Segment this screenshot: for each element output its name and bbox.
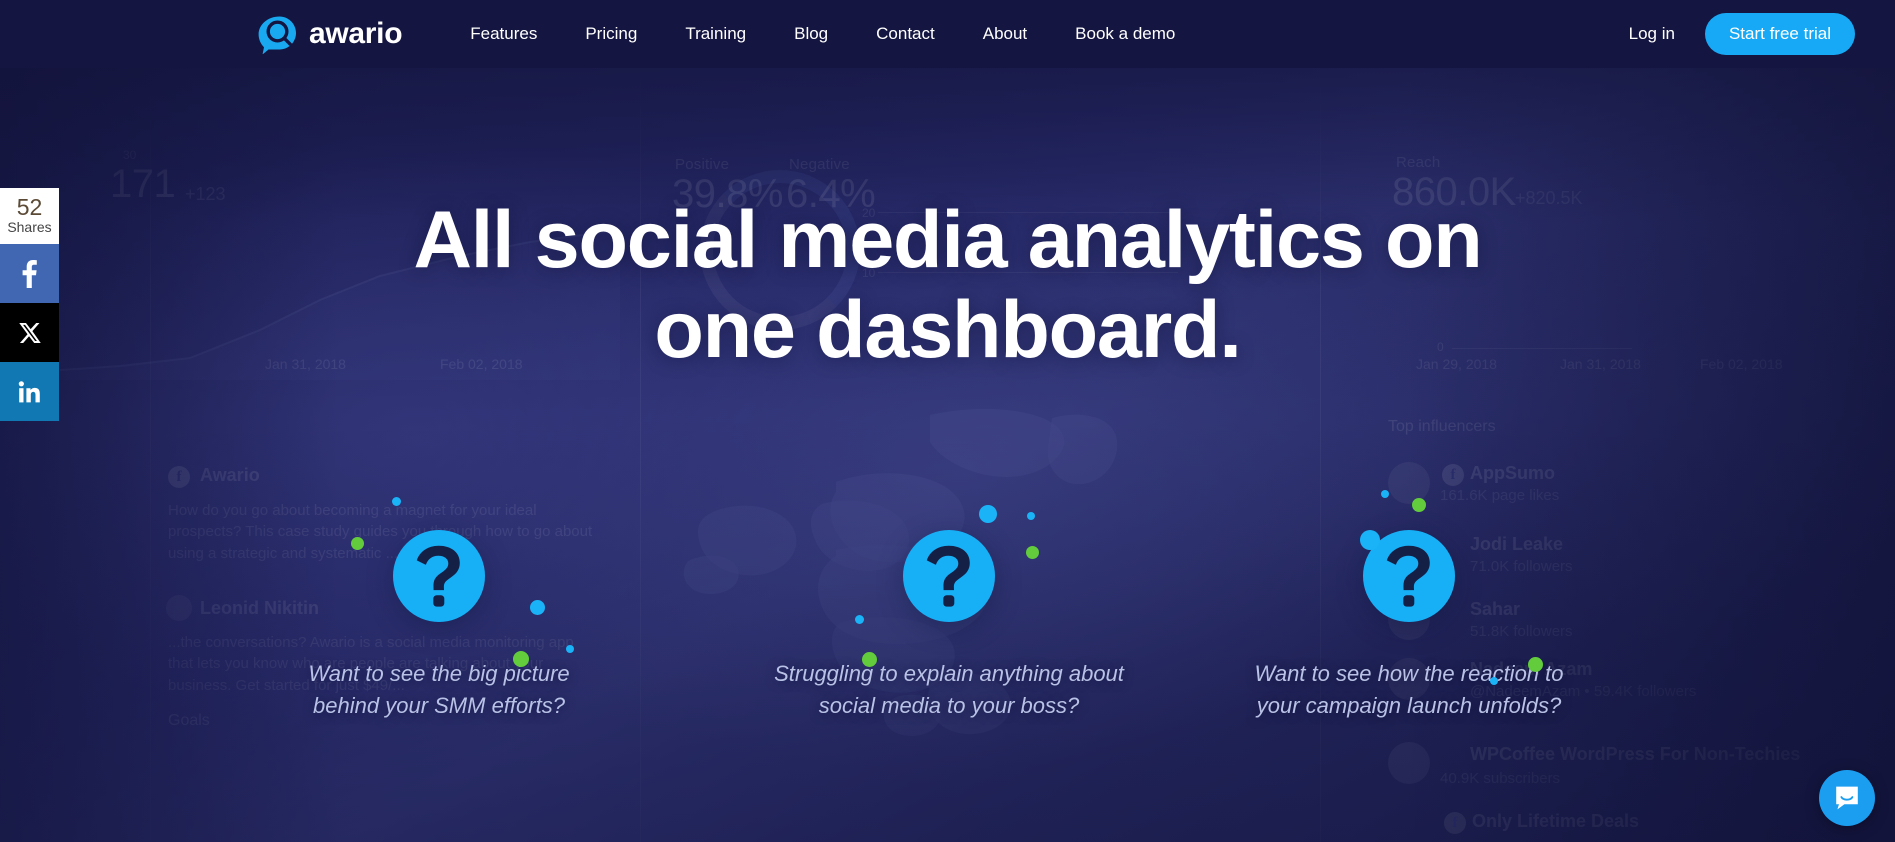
chat-bubble-icon: [1836, 786, 1858, 810]
nav-link-pricing[interactable]: Pricing: [585, 18, 637, 50]
share-count-label: Shares: [7, 218, 52, 235]
hero-card-1-line-2: behind your SMM efforts?: [313, 692, 565, 718]
brand-logo[interactable]: awario: [258, 14, 403, 54]
decorative-dot: [566, 645, 574, 653]
ghost-facebook-icon: f: [1444, 812, 1466, 834]
navbar: awario Features Pricing Training Blog Co…: [0, 0, 1895, 68]
nav-link-blog[interactable]: Blog: [794, 18, 828, 50]
ghost-positive-label: Positive: [675, 156, 730, 173]
share-twitter-x-button[interactable]: [0, 303, 59, 362]
hero-card-2: Struggling to explain anything about soc…: [729, 530, 1169, 722]
decorative-dot: [979, 505, 997, 523]
intercom-chat-launcher[interactable]: [1819, 770, 1875, 826]
ghost-avatar: [1388, 462, 1430, 504]
ghost-influencer-name: Only Lifetime Deals: [1472, 811, 1640, 831]
awario-speech-search-logo-icon: [258, 16, 296, 54]
linkedin-icon: [18, 380, 40, 402]
question-mark-glyph: [926, 545, 970, 607]
ghost-influencer-name: AppSumo: [1470, 463, 1555, 483]
hero-card-1-line-1: Want to see the big picture: [308, 661, 570, 686]
share-count-box: 52 Shares: [0, 188, 59, 244]
hero-card-3: Want to see how the reaction to your cam…: [1189, 530, 1629, 722]
social-share-rail: 52 Shares: [0, 188, 59, 421]
decorative-dot: [1528, 657, 1543, 672]
decorative-dot: [513, 651, 529, 667]
page-root: 30 171 +123 Jan 31, 2018 Feb 02, 2018 Po…: [0, 0, 1895, 842]
decorative-dot: [862, 652, 877, 667]
decorative-dot: [1026, 546, 1039, 559]
decorative-dot: [855, 615, 864, 624]
hero-card-1-text: Want to see the big picture behind your …: [219, 658, 659, 722]
decorative-dot: [1412, 498, 1426, 512]
question-mark-icon: [393, 530, 485, 622]
hero-card-2-line-1: Struggling to explain anything about: [774, 661, 1124, 686]
share-facebook-button[interactable]: [0, 244, 59, 303]
decorative-dot: [1360, 530, 1380, 550]
share-linkedin-button[interactable]: [0, 362, 59, 421]
start-free-trial-button[interactable]: Start free trial: [1704, 13, 1855, 55]
hero-card-3-line-2: your campaign launch unfolds?: [1256, 692, 1562, 718]
nav-link-contact[interactable]: Contact: [876, 18, 935, 50]
hero-cards: Want to see the big picture behind your …: [0, 530, 1895, 790]
login-link[interactable]: Log in: [1629, 24, 1675, 44]
brand-name: awario: [309, 17, 403, 50]
nav-link-about[interactable]: About: [983, 18, 1027, 50]
nav-link-book-a-demo[interactable]: Book a demo: [1075, 18, 1175, 50]
ghost-influencer-metric: 161.6K page likes: [1440, 487, 1560, 504]
decorative-dot: [1027, 512, 1035, 520]
ghost-negative-label: Negative: [789, 156, 850, 173]
ghost-facebook-icon: f: [1442, 464, 1464, 486]
ghost-axis-label: 30: [123, 148, 137, 162]
page-title: All social media analytics on one dashbo…: [0, 195, 1895, 376]
question-mark-icon: [903, 530, 995, 622]
nav-link-training[interactable]: Training: [685, 18, 746, 50]
x-twitter-icon: [18, 322, 41, 343]
ghost-facebook-icon: f: [168, 466, 190, 488]
page-title-line-1: All social media analytics on: [413, 195, 1482, 285]
nav-link-features[interactable]: Features: [470, 18, 537, 50]
question-mark-glyph: [416, 545, 460, 607]
page-title-line-2: one dashboard.: [654, 284, 1241, 375]
decorative-dot: [351, 537, 364, 550]
ghost-reach-label: Reach: [1396, 154, 1441, 171]
hero-card-2-text: Struggling to explain anything about soc…: [729, 658, 1169, 722]
nav-links: Features Pricing Training Blog Contact A…: [446, 18, 1199, 50]
decorative-dot: [1490, 677, 1498, 685]
facebook-icon: [22, 259, 37, 288]
share-count-number: 52: [16, 193, 43, 220]
hero-card-3-line-1: Want to see how the reaction to: [1254, 661, 1564, 686]
ghost-feed-author: Awario: [200, 465, 260, 485]
ghost-influencers-title: Top influencers: [1388, 418, 1496, 435]
question-mark-glyph: [1386, 545, 1430, 607]
decorative-dot: [392, 497, 401, 506]
decorative-dot: [1381, 490, 1389, 498]
decorative-dot: [530, 600, 545, 615]
nav-actions: Log in Start free trial: [1629, 13, 1855, 55]
hero-card-1: Want to see the big picture behind your …: [219, 530, 659, 722]
hero-card-3-text: Want to see how the reaction to your cam…: [1189, 658, 1629, 722]
hero-card-2-line-2: social media to your boss?: [818, 692, 1080, 718]
